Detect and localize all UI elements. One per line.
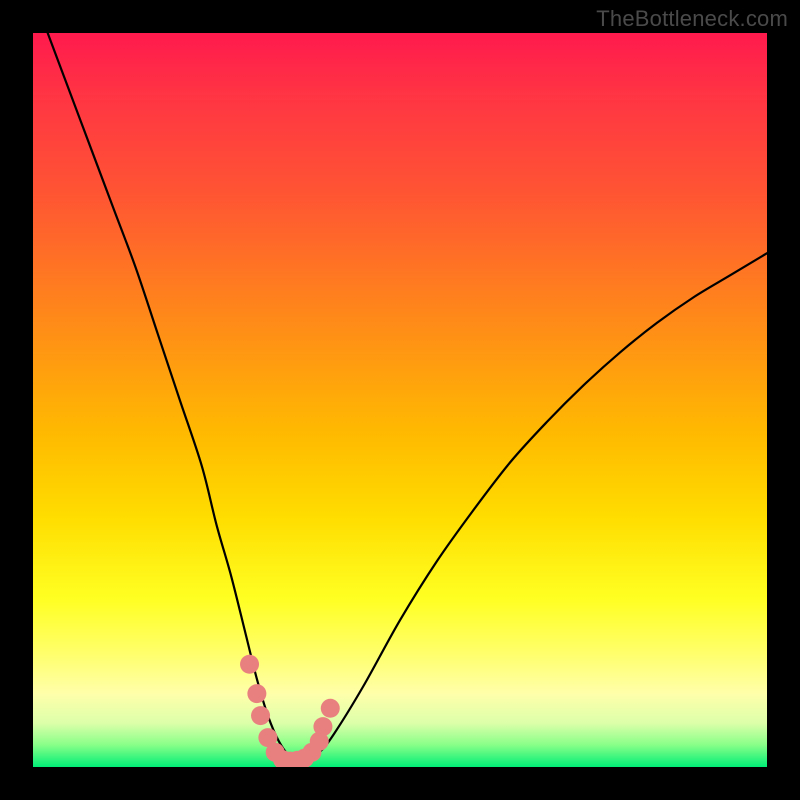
gradient-background <box>33 33 767 767</box>
chart-container <box>33 33 767 767</box>
watermark-text: TheBottleneck.com <box>596 6 788 32</box>
